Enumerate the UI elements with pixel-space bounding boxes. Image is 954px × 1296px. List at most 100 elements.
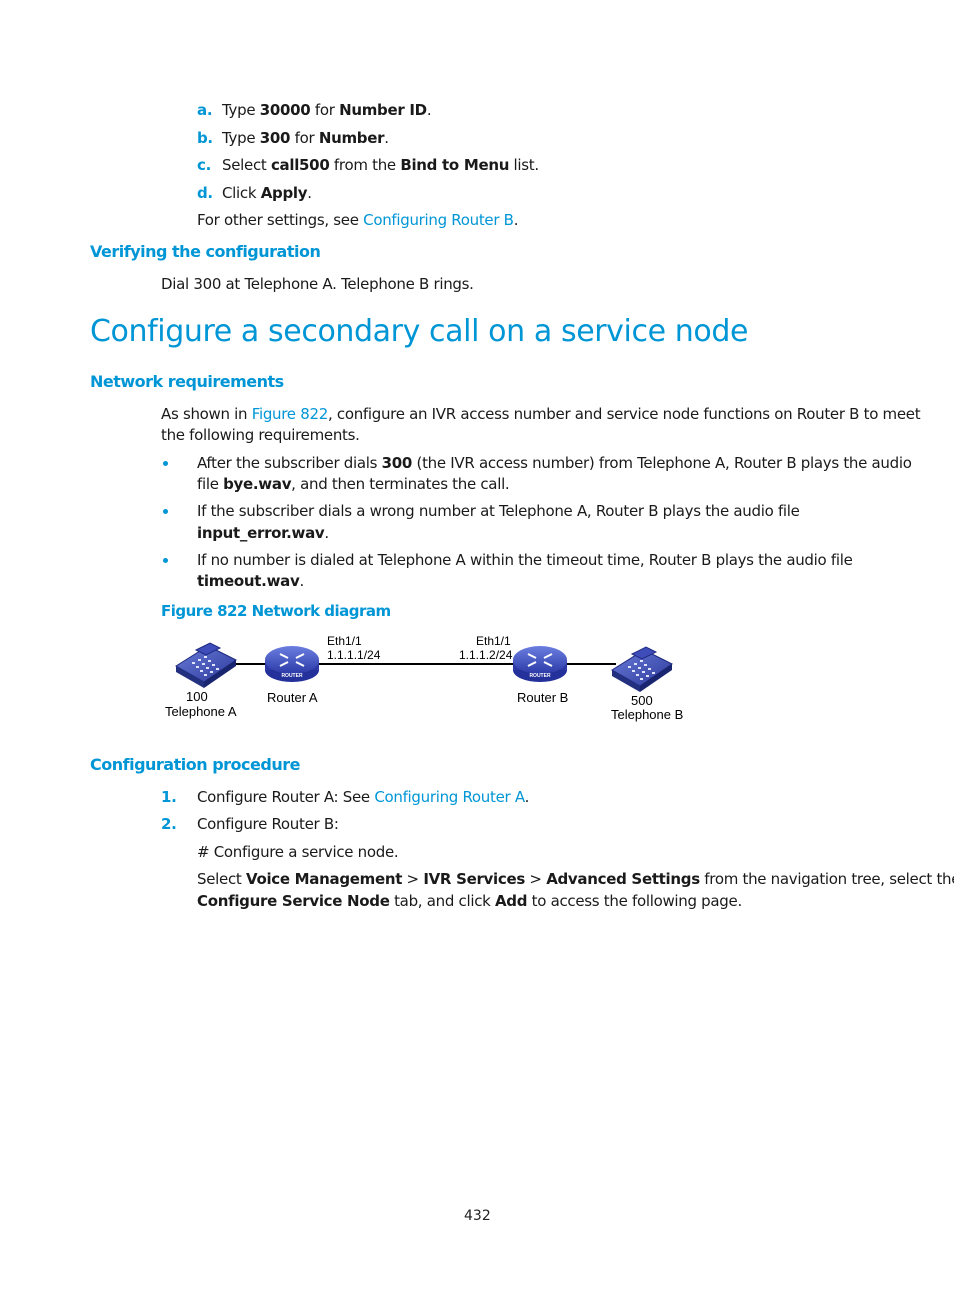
intro-text: As shown in — [161, 405, 252, 423]
bullet-text: . — [299, 572, 304, 590]
router-badge: ROUTER — [529, 673, 551, 679]
field-name: Number — [318, 129, 385, 147]
step-text: . — [384, 129, 389, 147]
configuring-router-a-link[interactable]: Configuring Router A — [374, 788, 525, 806]
bullet-text: file — [197, 475, 224, 493]
note-text: . — [513, 211, 519, 229]
bullet-text: (the IVR access number) from Telephone A… — [412, 454, 912, 472]
bullet-2-line2: input_error.wav. — [197, 523, 329, 543]
bullet-1-line1: After the subscriber dials 300 (the IVR … — [197, 453, 912, 473]
telephone-b-number: 500 — [631, 693, 653, 708]
step-label: 2. — [161, 815, 177, 833]
router-a-label: Router A — [267, 690, 318, 705]
step-text: list. — [509, 156, 540, 174]
bullet-3-line1: If no number is dialed at Telephone A wi… — [197, 551, 853, 569]
step-text: Click — [222, 184, 261, 202]
procedure-step-2: 2. Configure Router B: — [161, 814, 339, 834]
text: Select — [197, 870, 246, 888]
note-text: For other settings, see — [197, 211, 364, 229]
procedure-step-1: 1. Configure Router A: See Configuring R… — [161, 787, 529, 807]
telephone-a-icon — [175, 642, 237, 688]
step-text: for — [310, 101, 340, 119]
field-name: Bind to Menu — [400, 156, 510, 174]
menu-voice-management: Voice Management — [245, 870, 403, 888]
step-value: 300 — [259, 129, 291, 147]
verifying-text: Dial 300 at Telephone A. Telephone B rin… — [161, 275, 474, 293]
step-label: c. — [197, 156, 211, 174]
text: tab, and click — [389, 892, 495, 910]
add-button-name: Add — [495, 892, 528, 910]
step-value: 30000 — [259, 101, 311, 119]
step-text: from the — [329, 156, 401, 174]
step-text: Type — [222, 129, 260, 147]
step-text: Type — [222, 101, 260, 119]
configuration-procedure-heading: Configuration procedure — [90, 755, 300, 774]
bullet-text: . — [324, 524, 329, 542]
router-b-label: Router B — [517, 690, 569, 705]
router-a-ip: 1.1.1.1/24 — [327, 648, 381, 662]
router-b-ip: 1.1.1.2/24 — [459, 648, 513, 662]
text: > — [524, 870, 547, 888]
text: > — [402, 870, 424, 888]
verifying-heading: Verifying the configuration — [90, 242, 321, 261]
procedure-select-line2: Configure Service Node tab, and click Ad… — [197, 891, 742, 911]
telephone-a-label: Telephone A — [165, 704, 237, 719]
other-settings-note: For other settings, see Configuring Rout… — [197, 210, 518, 230]
router-a-interface: Eth1/1 — [327, 634, 362, 648]
procedure-select-line1: Select Voice Management > IVR Services >… — [197, 869, 954, 889]
step-d: d. Click Apply. — [197, 183, 312, 203]
step-label: d. — [197, 184, 213, 202]
step-c: c. Select call500 from the Bind to Menu … — [197, 155, 539, 175]
network-requirements-heading: Network requirements — [90, 372, 284, 391]
telephone-a-number: 100 — [186, 689, 208, 704]
intro-text: , configure an IVR access number and ser… — [327, 405, 921, 423]
section-title: Configure a secondary call on a service … — [90, 314, 749, 349]
step-label: b. — [197, 129, 213, 147]
procedure-comment: # Configure a service node. — [197, 843, 399, 861]
step-text: . — [307, 184, 312, 202]
step-label: 1. — [161, 788, 177, 806]
step-text: Configure Router A: See — [197, 788, 375, 806]
configuring-router-b-link[interactable]: Configuring Router B — [363, 211, 514, 229]
figure-822-link[interactable]: Figure 822 — [252, 405, 329, 423]
requirements-intro: As shown in Figure 822, configure an IVR… — [161, 404, 921, 424]
step-b: b. Type 300 for Number. — [197, 128, 389, 148]
step-a: a. Type 30000 for Number ID. — [197, 100, 432, 120]
step-value: call500 — [270, 156, 330, 174]
bullet-file: input_error.wav — [197, 524, 325, 542]
network-diagram: ROUTER ROUTER 100 Telephone A Router A E… — [160, 630, 700, 730]
telephone-b-label: Telephone B — [611, 707, 684, 722]
router-b-icon: ROUTER — [513, 646, 567, 682]
bullet-file: bye.wav — [223, 475, 292, 493]
router-a-icon: ROUTER — [265, 646, 319, 682]
step-text: . — [524, 788, 530, 806]
router-b-interface: Eth1/1 — [476, 634, 511, 648]
bullet-2-line1: If the subscriber dials a wrong number a… — [197, 502, 800, 520]
tab-configure-service-node: Configure Service Node — [197, 892, 390, 910]
bullet-1-line2: file bye.wav, and then terminates the ca… — [197, 474, 510, 494]
telephone-b-icon — [611, 646, 673, 692]
step-text: Configure Router B: — [197, 815, 339, 833]
step-text: for — [290, 129, 319, 147]
text: to access the following page. — [527, 892, 743, 910]
step-text: Select — [222, 156, 271, 174]
menu-ivr-services: IVR Services — [423, 870, 525, 888]
bullet-icon — [163, 461, 168, 466]
requirements-intro-line2: the following requirements. — [161, 426, 360, 444]
figure-caption: Figure 822 Network diagram — [161, 602, 391, 620]
step-label: a. — [197, 101, 213, 119]
bullet-icon — [163, 558, 168, 563]
page-number: 432 — [464, 1208, 491, 1224]
step-text: . — [426, 101, 432, 119]
bullet-text: After the subscriber dials — [197, 454, 382, 472]
field-name: Number ID — [339, 101, 427, 119]
bullet-value: 300 — [381, 454, 413, 472]
bullet-icon — [163, 509, 168, 514]
bullet-3-line2: timeout.wav. — [197, 571, 304, 591]
bullet-file: timeout.wav — [197, 572, 300, 590]
router-badge: ROUTER — [281, 673, 303, 679]
menu-advanced-settings: Advanced Settings — [546, 870, 700, 888]
bullet-text: , and then terminates the call. — [291, 475, 510, 493]
button-name: Apply — [260, 184, 308, 202]
text: from the navigation tree, select the — [699, 870, 954, 888]
